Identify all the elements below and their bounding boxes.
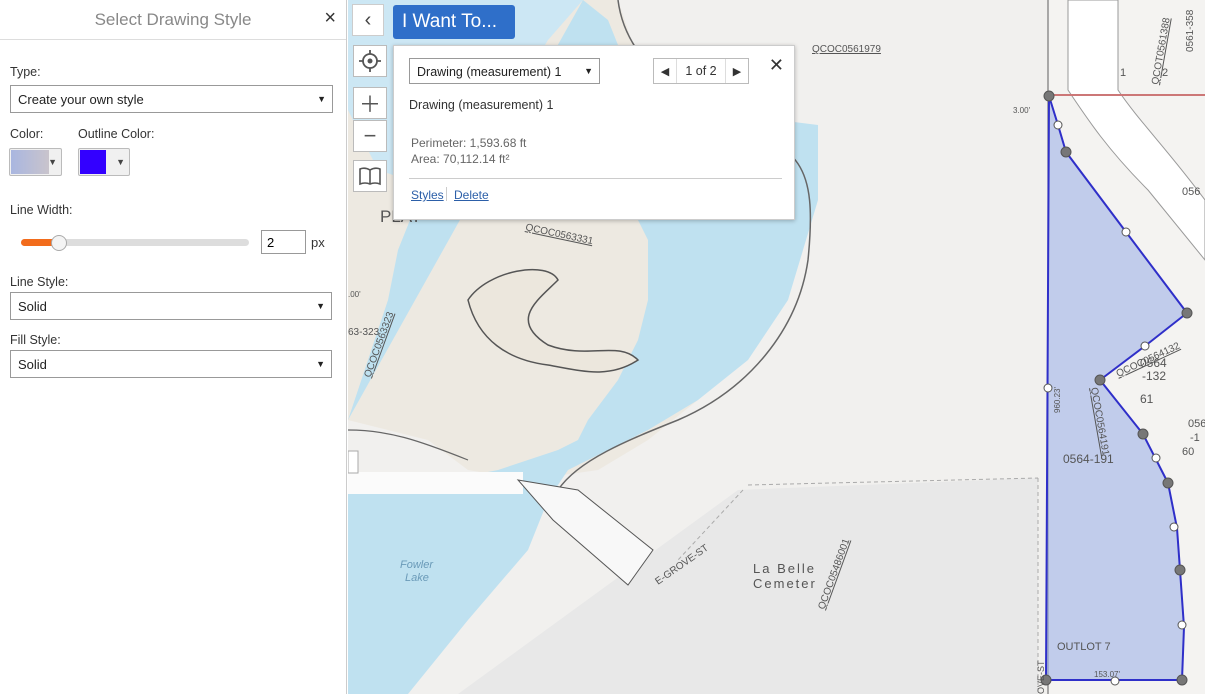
- chevron-down-icon: ▼: [316, 301, 325, 311]
- fill-color-swatch: [11, 150, 49, 174]
- label-dim-960: 960.23': [1053, 387, 1062, 413]
- line-style-label: Line Style:: [10, 275, 69, 289]
- drawing-style-panel: Select Drawing Style × Type: Create your…: [0, 0, 347, 694]
- label-056b: 056: [1188, 418, 1205, 430]
- previous-icon[interactable]: ◀: [654, 59, 676, 83]
- type-select[interactable]: Create your own style ▼: [10, 85, 333, 113]
- map-road: [348, 472, 523, 494]
- map-road-segment: [516, 479, 654, 586]
- type-select-value: Create your own style: [18, 92, 144, 107]
- i-want-to-button[interactable]: I Want To...: [393, 5, 515, 39]
- line-width-unit: px: [311, 235, 325, 250]
- chevron-down-icon: ▼: [584, 66, 593, 76]
- label-la-belle: La Belle: [753, 561, 816, 576]
- label-dim-300: 3.00': [1013, 106, 1031, 115]
- label-lake: Lake: [405, 572, 429, 584]
- perimeter-text: Perimeter: 1,593.68 ft: [411, 136, 527, 150]
- bookmark-button[interactable]: [353, 160, 387, 192]
- zoom-in-button[interactable]: ＋: [353, 87, 387, 119]
- chevron-down-icon: ▼: [48, 157, 57, 167]
- line-style-value: Solid: [18, 299, 47, 314]
- label-dim-153: 153.07': [1094, 670, 1120, 679]
- panel-header: Select Drawing Style ×: [0, 0, 346, 40]
- panel-title: Select Drawing Style: [94, 10, 252, 29]
- slider-handle[interactable]: [51, 235, 67, 251]
- fill-style-value: Solid: [18, 357, 47, 372]
- fill-style-select[interactable]: Solid ▼: [10, 350, 332, 378]
- line-width-label: Line Width:: [10, 203, 73, 217]
- pager-text: 1 of 2: [676, 59, 726, 83]
- close-icon[interactable]: ✕: [769, 55, 784, 76]
- zoom-out-button[interactable]: −: [353, 120, 387, 152]
- type-label: Type:: [10, 65, 41, 79]
- drawing-name: Drawing (measurement) 1: [409, 98, 554, 112]
- book-icon: [359, 167, 381, 186]
- drawing-select[interactable]: Drawing (measurement) 1 ▼: [409, 58, 600, 84]
- label-0561: 0561-358: [1185, 9, 1196, 52]
- label-0564-191: 0564-191: [1063, 452, 1114, 466]
- locate-icon[interactable]: [353, 45, 387, 77]
- app-window: Select Drawing Style × Type: Create your…: [0, 0, 1205, 694]
- label-63-323: 63-323: [348, 327, 380, 338]
- fill-style-label: Fill Style:: [10, 333, 61, 347]
- label-1b: -1: [1190, 432, 1200, 444]
- label-61: 61: [1140, 392, 1154, 406]
- chevron-down-icon: ▼: [317, 94, 326, 104]
- result-pager: ◀ 1 of 2 ▶: [653, 58, 749, 84]
- divider: [409, 178, 782, 179]
- close-icon[interactable]: ×: [324, 8, 336, 28]
- chevron-down-icon: ▼: [316, 359, 325, 369]
- line-style-select[interactable]: Solid ▼: [10, 292, 332, 320]
- label-n1: 1: [1120, 67, 1126, 79]
- outline-color-picker[interactable]: ▼: [78, 148, 130, 176]
- label-60: 60: [1182, 446, 1194, 458]
- delete-link[interactable]: Delete: [454, 188, 489, 202]
- resize-grip[interactable]: [348, 450, 359, 474]
- color-label: Color:: [10, 127, 44, 141]
- crosshair-icon: [359, 50, 381, 72]
- link-separator: [446, 187, 447, 201]
- outline-color-label: Outline Color:: [78, 127, 155, 141]
- label-ove-st: OVE-ST: [1036, 660, 1046, 694]
- label-dim-00: .00': [348, 290, 361, 299]
- styles-link[interactable]: Styles: [411, 188, 444, 202]
- label-0564: 0564: [1140, 356, 1167, 370]
- label-n2: 2: [1162, 67, 1168, 79]
- chevron-down-icon: ▼: [116, 157, 125, 167]
- area-text: Area: 70,112.14 ft²: [411, 152, 510, 166]
- line-width-input[interactable]: [261, 230, 306, 254]
- fill-color-picker[interactable]: ▼: [9, 148, 62, 176]
- drawing-select-value: Drawing (measurement) 1: [417, 65, 562, 79]
- label-fowler: Fowler: [400, 559, 434, 571]
- measurement-popup: Drawing (measurement) 1 ▼ ◀ 1 of 2 ▶ ✕ D…: [393, 45, 795, 220]
- label-056: 056: [1182, 186, 1200, 198]
- label-132: -132: [1142, 369, 1166, 383]
- next-icon[interactable]: ▶: [726, 59, 748, 83]
- label-parcel-1: QCOC0561979: [812, 44, 881, 55]
- label-cemetery: Cemeter: [753, 576, 817, 591]
- chevron-left-icon[interactable]: ‹: [352, 4, 384, 36]
- outline-color-swatch: [80, 150, 106, 174]
- label-outlot: OUTLOT 7: [1057, 641, 1111, 653]
